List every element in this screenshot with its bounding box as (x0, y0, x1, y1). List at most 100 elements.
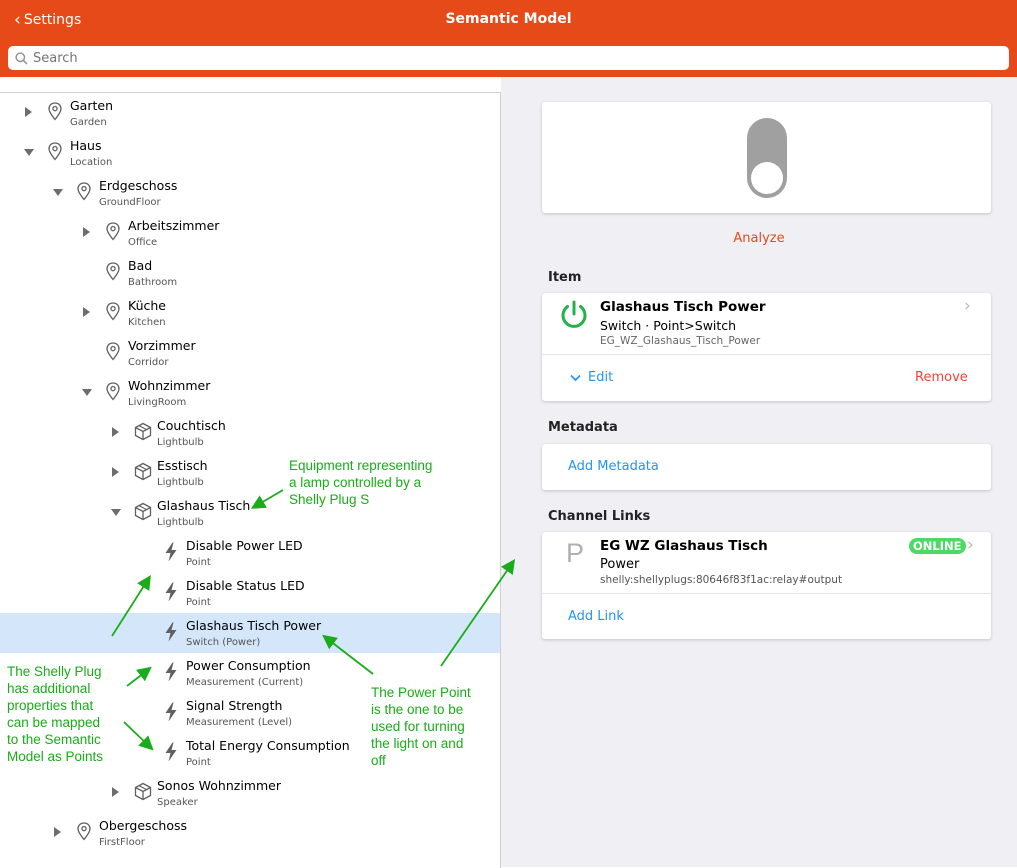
tree-item[interactable]: Arbeitszimmer Office (0, 213, 500, 253)
tree-item-subtitle: Lightbulb (157, 437, 204, 448)
tree-item-label: Erdgeschoss (99, 178, 178, 193)
tree-item-subtitle: LivingRoom (128, 397, 187, 408)
bolt-icon (164, 702, 178, 726)
analyze-button[interactable]: Analyze (501, 231, 1017, 246)
caret-right-icon[interactable] (83, 307, 90, 317)
remove-button[interactable]: Remove (915, 370, 968, 385)
channel-letter-icon: P (566, 538, 585, 568)
tree-item-subtitle: Office (128, 237, 158, 248)
power-icon (561, 300, 587, 328)
tree-item-subtitle: Lightbulb (157, 477, 204, 488)
annotation-line: a lamp controlled by a (289, 475, 422, 490)
search-input[interactable] (33, 50, 933, 66)
tree-item-subtitle: FirstFloor (99, 837, 145, 848)
detail-panel: Analyze Item Glashaus Tisch Power Switch… (501, 77, 1017, 867)
bolt-icon (164, 582, 178, 606)
tree-item[interactable]: Bad Bathroom (0, 253, 500, 293)
tree-item-label: Bad (128, 258, 153, 273)
tree-item-subtitle: GroundFloor (99, 197, 161, 208)
annotation-line: can be mapped (7, 715, 101, 730)
chevron-right-icon[interactable]: › (967, 535, 974, 555)
channel-thing-name[interactable]: EG WZ Glashaus Tisch (600, 538, 768, 554)
tree-item-subtitle: Point (186, 757, 211, 768)
annotation-line: Equipment representing (289, 458, 433, 473)
edit-label: Edit (588, 370, 614, 385)
tree-item-label: Haus (70, 138, 102, 153)
tree-item-subtitle: Point (186, 557, 211, 568)
tree-item-subtitle: Point (186, 597, 211, 608)
caret-down-icon[interactable] (111, 509, 121, 516)
tree-item-label: Power Consumption (186, 658, 311, 673)
tree-item[interactable]: Glashaus Tisch Power Switch (Power) (0, 613, 500, 653)
tree-item[interactable]: Disable Status LED Point (0, 573, 500, 613)
app-header: ‹ Settings Semantic Model (0, 0, 1017, 77)
add-link-link[interactable]: Add Link (568, 609, 624, 624)
add-metadata-link[interactable]: Add Metadata (568, 459, 659, 474)
location-pin-icon (48, 142, 62, 165)
chevron-down-icon (570, 374, 581, 381)
tree-item[interactable]: Wohnzimmer LivingRoom (0, 373, 500, 413)
channel-links-section-title: Channel Links (548, 509, 651, 524)
tree-item[interactable]: Obergeschoss FirstFloor (0, 813, 500, 853)
tree-item-label: Glashaus Tisch (157, 498, 251, 513)
location-pin-icon (77, 182, 91, 205)
tree-item[interactable]: Garten Garden (0, 93, 500, 133)
tree-item-label: Couchtisch (157, 418, 226, 433)
tree-item-subtitle: Measurement (Current) (186, 677, 304, 688)
bolt-icon (164, 542, 178, 566)
item-name[interactable]: Glashaus Tisch Power (600, 299, 766, 315)
tree-item[interactable]: Erdgeschoss GroundFloor (0, 173, 500, 213)
tree-item-subtitle: Bathroom (128, 277, 178, 288)
caret-down-icon[interactable] (82, 389, 92, 396)
annotation-line: to the Semantic (7, 732, 101, 747)
annotation-line: Shelly Plug S (289, 492, 370, 507)
cube-icon (134, 422, 152, 445)
chevron-right-icon[interactable]: › (964, 296, 971, 316)
metadata-section-title: Metadata (548, 420, 618, 435)
location-pin-icon (77, 822, 91, 845)
location-pin-icon (48, 102, 62, 125)
tree-item-label: Signal Strength (186, 698, 283, 713)
caret-down-icon[interactable] (24, 149, 34, 156)
annotation-line: off (371, 753, 386, 768)
state-card (542, 102, 991, 213)
search-bar[interactable] (8, 46, 1009, 70)
annotation-equipment: Equipment representing a lamp controlled … (289, 457, 432, 508)
tree-item[interactable]: Disable Power LED Point (0, 533, 500, 573)
tree-item[interactable]: Haus Location (0, 133, 500, 173)
caret-right-icon[interactable] (112, 427, 119, 437)
switch-toggle[interactable] (747, 118, 787, 198)
caret-right-icon[interactable] (25, 107, 32, 117)
caret-right-icon[interactable] (54, 827, 61, 837)
tree-item[interactable]: Küche Kitchen (0, 293, 500, 333)
caret-right-icon[interactable] (83, 227, 90, 237)
item-id: EG_WZ_Glashaus_Tisch_Power (600, 335, 761, 347)
tree-item[interactable]: Sonos Wohnzimmer Speaker (0, 773, 500, 813)
channel-name: Power (600, 557, 640, 572)
tree-item-subtitle: Kitchen (128, 317, 166, 328)
tree-item-label: Esstisch (157, 458, 208, 473)
cube-icon (134, 782, 152, 805)
annotation-line: Model as Points (7, 749, 104, 764)
caret-right-icon[interactable] (112, 787, 119, 797)
annotation-line: the light on and (371, 736, 464, 751)
edit-button[interactable]: Edit (570, 370, 613, 385)
tree-item-subtitle: Garden (70, 117, 107, 128)
divider (542, 354, 991, 355)
tree-item[interactable]: Couchtisch Lightbulb (0, 413, 500, 453)
location-pin-icon (106, 262, 120, 285)
tree-item-label: Arbeitszimmer (128, 218, 220, 233)
tree-item-label: Wohnzimmer (128, 378, 211, 393)
location-pin-icon (106, 342, 120, 365)
tree-item-label: Garten (70, 98, 113, 113)
caret-right-icon[interactable] (112, 467, 119, 477)
channel-links-card: P EG WZ Glashaus Tisch Power shelly:shel… (542, 532, 991, 639)
caret-down-icon[interactable] (53, 189, 63, 196)
annotation-line: is the one to be (371, 702, 464, 717)
tree-item[interactable]: Vorzimmer Corridor (0, 333, 500, 373)
tree-item-label: Obergeschoss (99, 818, 187, 833)
tree-item-label: Vorzimmer (128, 338, 196, 353)
tree-item-subtitle: Location (70, 157, 113, 168)
annotation-line: has additional (7, 681, 91, 696)
tree-item-subtitle: Speaker (157, 797, 198, 808)
